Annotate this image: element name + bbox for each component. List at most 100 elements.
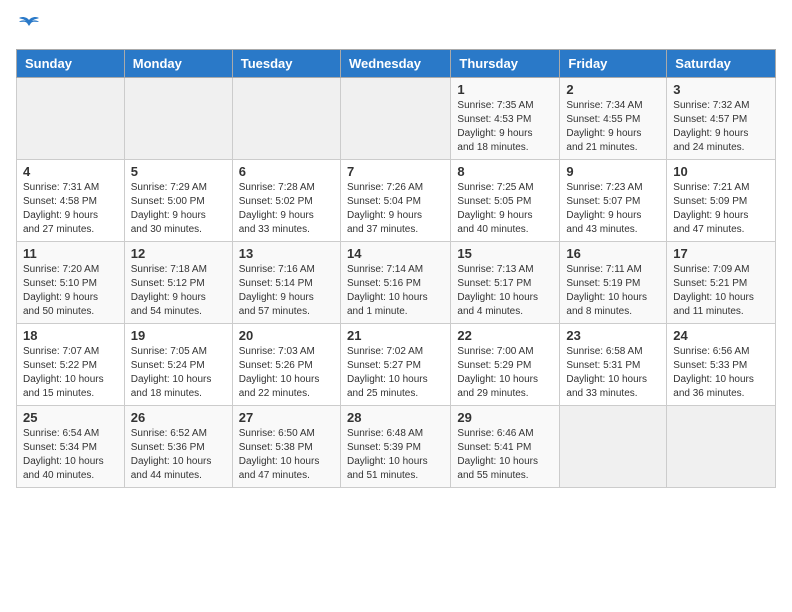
day-info: Sunrise: 7:20 AM Sunset: 5:10 PM Dayligh…: [23, 263, 118, 319]
calendar-day-cell: 23Sunrise: 6:58 AM Sunset: 5:31 PM Dayli…: [560, 324, 667, 406]
calendar-day-cell: 6 Sunrise: 7:28 AM Sunset: 5:02 PM Daylig…: [232, 160, 340, 242]
calendar-week-row: 1 Sunrise: 7:35 AM Sunset: 4:53 PM Daylig…: [17, 78, 776, 160]
calendar-day-cell: 14 Sunrise: 7:14 AM Sunset: 5:16 PM Dayli…: [340, 242, 450, 324]
day-number: 2: [566, 82, 660, 97]
day-info: Sunrise: 7:00 AM Sunset: 5:29 PM Dayligh…: [457, 345, 553, 401]
day-info: Sunrise: 7:25 AM Sunset: 5:05 PM Dayligh…: [457, 181, 553, 237]
calendar-day-cell: 17 Sunrise: 7:09 AM Sunset: 5:21 PM Dayli…: [667, 242, 776, 324]
day-number: 25: [23, 410, 118, 425]
day-number: 5: [131, 164, 226, 179]
day-info: Sunrise: 7:31 AM Sunset: 4:58 PM Dayligh…: [23, 181, 118, 237]
calendar-day-cell: 19 Sunrise: 7:05 AM Sunset: 5:24 PM Dayli…: [124, 324, 232, 406]
day-info: Sunrise: 7:09 AM Sunset: 5:21 PM Dayligh…: [673, 263, 769, 319]
calendar-table: SundayMondayTuesdayWednesdayThursdayFrid…: [16, 49, 776, 488]
calendar-day-cell: 28 Sunrise: 6:48 AM Sunset: 5:39 PM Dayli…: [340, 406, 450, 488]
day-info: Sunrise: 7:26 AM Sunset: 5:04 PM Dayligh…: [347, 181, 444, 237]
day-info: Sunrise: 7:16 AM Sunset: 5:14 PM Dayligh…: [239, 263, 334, 319]
day-info: Sunrise: 7:29 AM Sunset: 5:00 PM Dayligh…: [131, 181, 226, 237]
day-info: Sunrise: 6:50 AM Sunset: 5:38 PM Dayligh…: [239, 427, 334, 483]
calendar-day-cell: 26 Sunrise: 6:52 AM Sunset: 5:36 PM Dayli…: [124, 406, 232, 488]
day-info: Sunrise: 6:48 AM Sunset: 5:39 PM Dayligh…: [347, 427, 444, 483]
day-number: 29: [457, 410, 553, 425]
calendar-day-cell: [560, 406, 667, 488]
day-info: Sunrise: 7:28 AM Sunset: 5:02 PM Dayligh…: [239, 181, 334, 237]
day-number: 3: [673, 82, 769, 97]
calendar-week-row: 25 Sunrise: 6:54 AM Sunset: 5:34 PM Dayli…: [17, 406, 776, 488]
day-info: Sunrise: 7:03 AM Sunset: 5:26 PM Dayligh…: [239, 345, 334, 401]
day-of-week-header: Friday: [560, 50, 667, 78]
calendar-day-cell: 4 Sunrise: 7:31 AM Sunset: 4:58 PM Daylig…: [17, 160, 125, 242]
day-info: Sunrise: 7:32 AM Sunset: 4:57 PM Dayligh…: [673, 99, 769, 155]
calendar-day-cell: [232, 78, 340, 160]
calendar-week-row: 18 Sunrise: 7:07 AM Sunset: 5:22 PM Dayli…: [17, 324, 776, 406]
calendar-day-cell: 22 Sunrise: 7:00 AM Sunset: 5:29 PM Dayli…: [451, 324, 560, 406]
calendar-header: SundayMondayTuesdayWednesdayThursdayFrid…: [17, 50, 776, 78]
calendar-day-cell: 12 Sunrise: 7:18 AM Sunset: 5:12 PM Dayli…: [124, 242, 232, 324]
day-info: Sunrise: 7:07 AM Sunset: 5:22 PM Dayligh…: [23, 345, 118, 401]
day-number: 6: [239, 164, 334, 179]
day-number: 9: [566, 164, 660, 179]
day-number: 12: [131, 246, 226, 261]
day-number: 22: [457, 328, 553, 343]
logo-bird-icon: [18, 16, 40, 39]
calendar-day-cell: 7 Sunrise: 7:26 AM Sunset: 5:04 PM Daylig…: [340, 160, 450, 242]
calendar-day-cell: 2 Sunrise: 7:34 AM Sunset: 4:55 PM Daylig…: [560, 78, 667, 160]
day-number: 21: [347, 328, 444, 343]
day-number: 18: [23, 328, 118, 343]
day-info: Sunrise: 7:18 AM Sunset: 5:12 PM Dayligh…: [131, 263, 226, 319]
calendar-day-cell: 1 Sunrise: 7:35 AM Sunset: 4:53 PM Daylig…: [451, 78, 560, 160]
day-number: 7: [347, 164, 444, 179]
logo: [16, 16, 40, 39]
calendar-day-cell: 24 Sunrise: 6:56 AM Sunset: 5:33 PM Dayli…: [667, 324, 776, 406]
day-number: 17: [673, 246, 769, 261]
day-number: 13: [239, 246, 334, 261]
day-info: Sunrise: 7:13 AM Sunset: 5:17 PM Dayligh…: [457, 263, 553, 319]
calendar-body: 1 Sunrise: 7:35 AM Sunset: 4:53 PM Daylig…: [17, 78, 776, 488]
day-number: 28: [347, 410, 444, 425]
day-info: Sunrise: 7:34 AM Sunset: 4:55 PM Dayligh…: [566, 99, 660, 155]
day-number: 24: [673, 328, 769, 343]
calendar-day-cell: 25 Sunrise: 6:54 AM Sunset: 5:34 PM Dayli…: [17, 406, 125, 488]
day-info: Sunrise: 7:05 AM Sunset: 5:24 PM Dayligh…: [131, 345, 226, 401]
day-number: 8: [457, 164, 553, 179]
calendar-day-cell: 29Sunrise: 6:46 AM Sunset: 5:41 PM Dayli…: [451, 406, 560, 488]
day-number: 1: [457, 82, 553, 97]
calendar-day-cell: 27Sunrise: 6:50 AM Sunset: 5:38 PM Dayli…: [232, 406, 340, 488]
day-info: Sunrise: 7:23 AM Sunset: 5:07 PM Dayligh…: [566, 181, 660, 237]
calendar-week-row: 11Sunrise: 7:20 AM Sunset: 5:10 PM Dayli…: [17, 242, 776, 324]
calendar-week-row: 4 Sunrise: 7:31 AM Sunset: 4:58 PM Daylig…: [17, 160, 776, 242]
day-info: Sunrise: 6:54 AM Sunset: 5:34 PM Dayligh…: [23, 427, 118, 483]
day-number: 15: [457, 246, 553, 261]
day-info: Sunrise: 7:14 AM Sunset: 5:16 PM Dayligh…: [347, 263, 444, 319]
day-number: 20: [239, 328, 334, 343]
calendar-day-cell: 11Sunrise: 7:20 AM Sunset: 5:10 PM Dayli…: [17, 242, 125, 324]
calendar-day-cell: [667, 406, 776, 488]
day-info: Sunrise: 7:02 AM Sunset: 5:27 PM Dayligh…: [347, 345, 444, 401]
day-info: Sunrise: 7:11 AM Sunset: 5:19 PM Dayligh…: [566, 263, 660, 319]
day-of-week-header: Monday: [124, 50, 232, 78]
day-number: 19: [131, 328, 226, 343]
day-number: 26: [131, 410, 226, 425]
day-number: 14: [347, 246, 444, 261]
calendar-day-cell: 21 Sunrise: 7:02 AM Sunset: 5:27 PM Dayli…: [340, 324, 450, 406]
day-of-week-header: Sunday: [17, 50, 125, 78]
day-info: Sunrise: 6:56 AM Sunset: 5:33 PM Dayligh…: [673, 345, 769, 401]
header: [16, 16, 776, 39]
day-of-week-header: Tuesday: [232, 50, 340, 78]
day-info: Sunrise: 6:58 AM Sunset: 5:31 PM Dayligh…: [566, 345, 660, 401]
calendar-day-cell: 18 Sunrise: 7:07 AM Sunset: 5:22 PM Dayli…: [17, 324, 125, 406]
calendar-day-cell: [17, 78, 125, 160]
day-number: 4: [23, 164, 118, 179]
day-info: Sunrise: 7:35 AM Sunset: 4:53 PM Dayligh…: [457, 99, 553, 155]
calendar-day-cell: 3 Sunrise: 7:32 AM Sunset: 4:57 PM Daylig…: [667, 78, 776, 160]
calendar-day-cell: 5 Sunrise: 7:29 AM Sunset: 5:00 PM Daylig…: [124, 160, 232, 242]
calendar-day-cell: 15 Sunrise: 7:13 AM Sunset: 5:17 PM Dayli…: [451, 242, 560, 324]
day-of-week-header: Wednesday: [340, 50, 450, 78]
calendar-day-cell: 9 Sunrise: 7:23 AM Sunset: 5:07 PM Daylig…: [560, 160, 667, 242]
day-number: 16: [566, 246, 660, 261]
day-of-week-header: Thursday: [451, 50, 560, 78]
day-info: Sunrise: 6:52 AM Sunset: 5:36 PM Dayligh…: [131, 427, 226, 483]
calendar-day-cell: [124, 78, 232, 160]
calendar-day-cell: 16 Sunrise: 7:11 AM Sunset: 5:19 PM Dayli…: [560, 242, 667, 324]
day-number: 10: [673, 164, 769, 179]
